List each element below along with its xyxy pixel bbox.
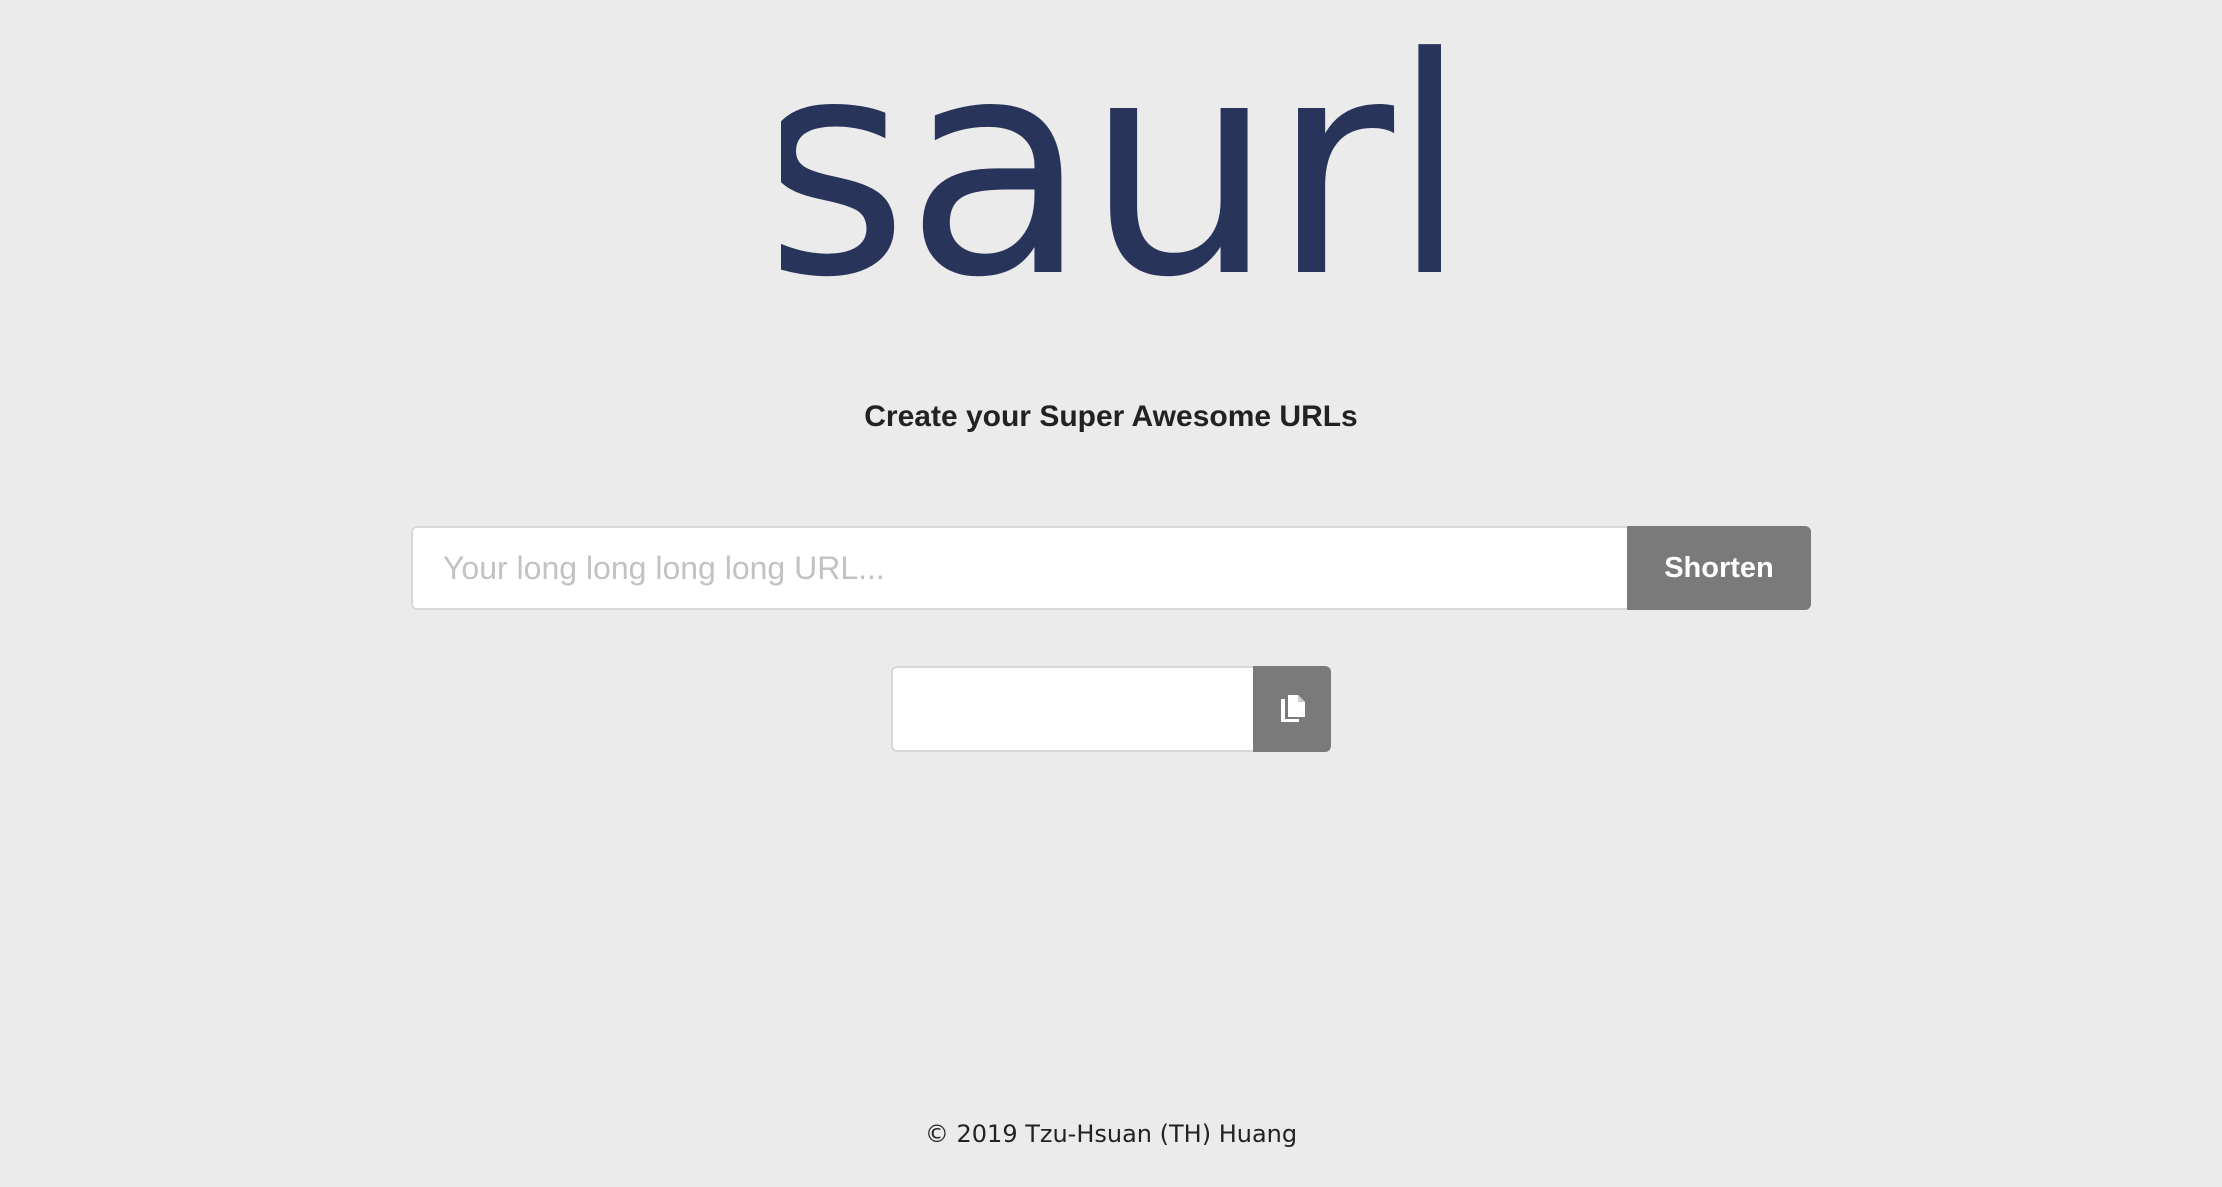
short-url-result: [891, 666, 1331, 752]
long-url-input[interactable]: [411, 526, 1627, 610]
tagline: Create your Super Awesome URLs: [864, 400, 1358, 433]
copy-icon: [1277, 693, 1307, 725]
logo-text: saurl: [781, 32, 1441, 292]
logo-wordmark: saurl: [781, 32, 1441, 292]
shorten-form: Shorten: [411, 526, 1811, 610]
saurl-logo: saurl: [0, 32, 2222, 297]
short-url-output[interactable]: [891, 666, 1253, 752]
footer-copyright: © 2019 Tzu-Hsuan (TH) Huang: [924, 1120, 1298, 1148]
shorten-button[interactable]: Shorten: [1627, 526, 1811, 610]
copy-button[interactable]: [1253, 666, 1331, 752]
